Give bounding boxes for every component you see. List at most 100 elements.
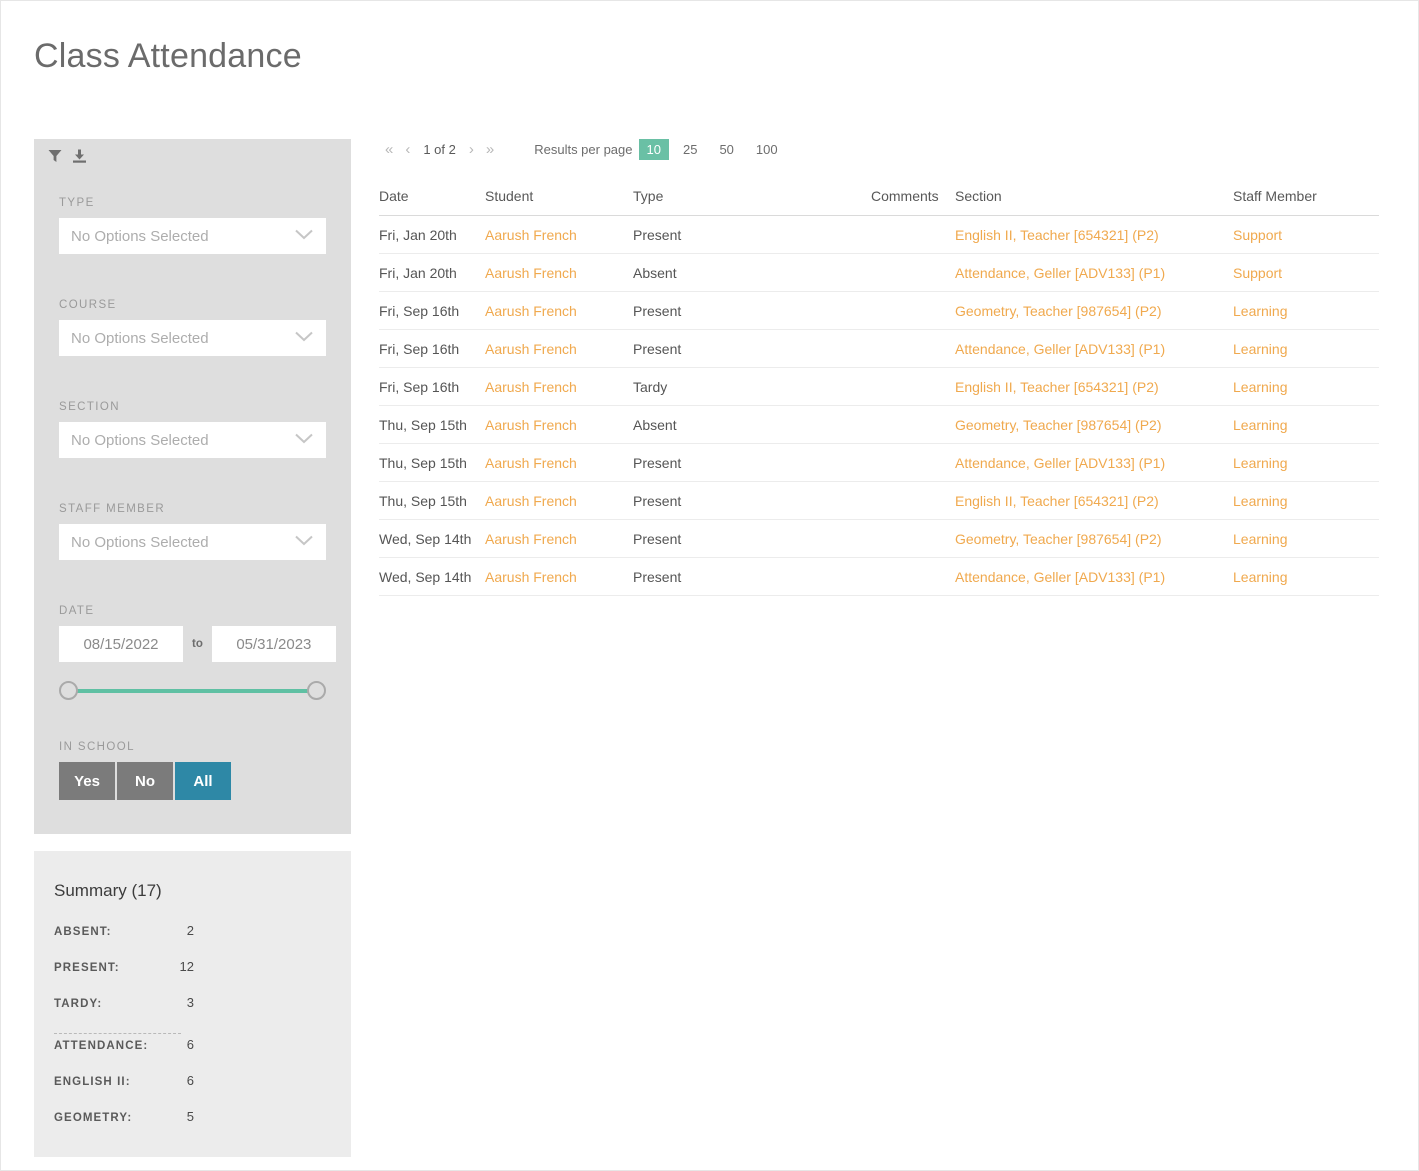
filter-group-section: SECTION No Options Selected bbox=[59, 401, 326, 458]
cell-comments bbox=[871, 558, 947, 596]
column-header-comments[interactable]: Comments bbox=[871, 188, 947, 216]
summary-key: GEOMETRY: bbox=[54, 1112, 158, 1124]
cell-staff-member[interactable]: Learning bbox=[1233, 406, 1379, 444]
date-start-input[interactable] bbox=[59, 626, 183, 662]
summary-key: ENGLISH II: bbox=[54, 1076, 158, 1088]
cell-section[interactable]: English II, Teacher [654321] (P2) bbox=[947, 216, 1233, 254]
cell-section[interactable]: Attendance, Geller [ADV133] (P1) bbox=[947, 444, 1233, 482]
cell-staff-member[interactable]: Learning bbox=[1233, 558, 1379, 596]
summary-value: 6 bbox=[158, 1073, 194, 1088]
cell-type: Present bbox=[633, 216, 871, 254]
table-header-row: Date Student Type Comments Section Staff… bbox=[379, 188, 1379, 216]
cell-staff-member[interactable]: Learning bbox=[1233, 520, 1379, 558]
cell-staff-member[interactable]: Learning bbox=[1233, 482, 1379, 520]
table-row: Wed, Sep 14thAarush FrenchPresentAttenda… bbox=[379, 558, 1379, 596]
cell-type: Present bbox=[633, 520, 871, 558]
cell-student[interactable]: Aarush French bbox=[485, 520, 633, 558]
date-range-slider[interactable] bbox=[59, 681, 326, 701]
cell-staff-member[interactable]: Support bbox=[1233, 254, 1379, 292]
summary-row-geometry: GEOMETRY: 5 bbox=[54, 1109, 324, 1145]
summary-panel: Summary (17) ABSENT: 2 PRESENT: 12 TARDY… bbox=[34, 851, 351, 1157]
cell-student[interactable]: Aarush French bbox=[485, 368, 633, 406]
section-select[interactable]: No Options Selected bbox=[59, 422, 326, 458]
summary-key: TARDY: bbox=[54, 998, 158, 1010]
table-row: Wed, Sep 14thAarush FrenchPresentGeometr… bbox=[379, 520, 1379, 558]
cell-section[interactable]: English II, Teacher [654321] (P2) bbox=[947, 368, 1233, 406]
summary-key: ABSENT: bbox=[54, 926, 158, 938]
table-row: Fri, Sep 16thAarush FrenchPresentAttenda… bbox=[379, 330, 1379, 368]
cell-student[interactable]: Aarush French bbox=[485, 444, 633, 482]
cell-staff-member[interactable]: Support bbox=[1233, 216, 1379, 254]
cell-section[interactable]: Attendance, Geller [ADV133] (P1) bbox=[947, 558, 1233, 596]
filter-group-date: DATE to bbox=[59, 605, 326, 701]
cell-date: Fri, Sep 16th bbox=[379, 368, 485, 406]
pagination-last-button[interactable]: » bbox=[480, 142, 500, 157]
cell-student[interactable]: Aarush French bbox=[485, 406, 633, 444]
column-header-type[interactable]: Type bbox=[633, 188, 871, 216]
results-per-page-25[interactable]: 25 bbox=[675, 139, 705, 160]
pagination-page-indicator: 1 of 2 bbox=[416, 142, 463, 157]
cell-staff-member[interactable]: Learning bbox=[1233, 368, 1379, 406]
filter-group-staff-member: STAFF MEMBER No Options Selected bbox=[59, 503, 326, 560]
cell-comments bbox=[871, 444, 947, 482]
table-row: Thu, Sep 15thAarush FrenchPresentEnglish… bbox=[379, 482, 1379, 520]
cell-comments bbox=[871, 292, 947, 330]
cell-staff-member[interactable]: Learning bbox=[1233, 292, 1379, 330]
date-end-input[interactable] bbox=[212, 626, 336, 662]
type-select[interactable]: No Options Selected bbox=[59, 218, 326, 254]
section-select-value: No Options Selected bbox=[71, 432, 209, 449]
filter-label-date: DATE bbox=[59, 605, 326, 617]
cell-student[interactable]: Aarush French bbox=[485, 216, 633, 254]
filter-icon[interactable] bbox=[48, 149, 62, 168]
cell-type: Present bbox=[633, 292, 871, 330]
filter-label-course: COURSE bbox=[59, 299, 326, 311]
in-school-all-button[interactable]: All bbox=[175, 762, 231, 800]
summary-row-tardy: TARDY: 3 bbox=[54, 995, 324, 1031]
in-school-no-button[interactable]: No bbox=[117, 762, 173, 800]
cell-section[interactable]: Geometry, Teacher [987654] (P2) bbox=[947, 292, 1233, 330]
filter-label-staff-member: STAFF MEMBER bbox=[59, 503, 326, 515]
cell-student[interactable]: Aarush French bbox=[485, 558, 633, 596]
filter-group-type: TYPE No Options Selected bbox=[59, 197, 326, 254]
attendance-table: Date Student Type Comments Section Staff… bbox=[379, 188, 1379, 596]
results-per-page-50[interactable]: 50 bbox=[711, 139, 741, 160]
cell-section[interactable]: Attendance, Geller [ADV133] (P1) bbox=[947, 330, 1233, 368]
summary-row-attendance: ATTENDANCE: 6 bbox=[54, 1037, 324, 1073]
cell-type: Absent bbox=[633, 254, 871, 292]
cell-section[interactable]: Attendance, Geller [ADV133] (P1) bbox=[947, 254, 1233, 292]
cell-date: Thu, Sep 15th bbox=[379, 444, 485, 482]
date-range-separator: to bbox=[183, 638, 212, 650]
staff-member-select[interactable]: No Options Selected bbox=[59, 524, 326, 560]
cell-type: Present bbox=[633, 330, 871, 368]
date-range-slider-handle-right[interactable] bbox=[307, 681, 326, 700]
cell-student[interactable]: Aarush French bbox=[485, 292, 633, 330]
cell-section[interactable]: Geometry, Teacher [987654] (P2) bbox=[947, 520, 1233, 558]
column-header-section[interactable]: Section bbox=[947, 188, 1233, 216]
course-select[interactable]: No Options Selected bbox=[59, 320, 326, 356]
cell-section[interactable]: Geometry, Teacher [987654] (P2) bbox=[947, 406, 1233, 444]
column-header-date[interactable]: Date bbox=[379, 188, 485, 216]
results-per-page-10[interactable]: 10 bbox=[639, 139, 669, 160]
pagination-prev-button[interactable]: ‹ bbox=[399, 142, 416, 157]
cell-student[interactable]: Aarush French bbox=[485, 482, 633, 520]
column-header-student[interactable]: Student bbox=[485, 188, 633, 216]
summary-value: 2 bbox=[158, 923, 194, 938]
pagination-next-button[interactable]: › bbox=[463, 142, 480, 157]
cell-student[interactable]: Aarush French bbox=[485, 254, 633, 292]
table-row: Fri, Jan 20thAarush FrenchPresentEnglish… bbox=[379, 216, 1379, 254]
column-header-staff-member[interactable]: Staff Member bbox=[1233, 188, 1379, 216]
pagination-first-button[interactable]: « bbox=[379, 142, 399, 157]
cell-student[interactable]: Aarush French bbox=[485, 330, 633, 368]
date-range-slider-handle-left[interactable] bbox=[59, 681, 78, 700]
chevron-down-icon bbox=[295, 227, 313, 245]
cell-staff-member[interactable]: Learning bbox=[1233, 444, 1379, 482]
filter-group-in-school: IN SCHOOL Yes No All bbox=[59, 741, 326, 800]
cell-section[interactable]: English II, Teacher [654321] (P2) bbox=[947, 482, 1233, 520]
filter-label-section: SECTION bbox=[59, 401, 326, 413]
results-per-page-100[interactable]: 100 bbox=[748, 139, 786, 160]
in-school-yes-button[interactable]: Yes bbox=[59, 762, 115, 800]
cell-comments bbox=[871, 406, 947, 444]
summary-value: 6 bbox=[158, 1037, 194, 1052]
cell-staff-member[interactable]: Learning bbox=[1233, 330, 1379, 368]
download-icon[interactable] bbox=[72, 149, 87, 168]
